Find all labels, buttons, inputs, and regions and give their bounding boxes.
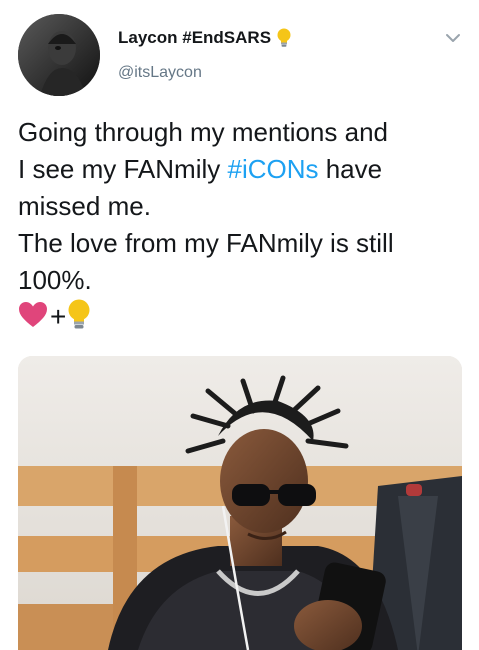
heart-icon [18,301,48,334]
tweet-text: Going through my mentions and I see my F… [18,114,458,299]
tweet-text-line: I see my FANmily #iCONs have [18,151,458,188]
lightbulb-icon [68,299,90,336]
tweet-text-segment: have [318,154,383,184]
lightbulb-icon [277,28,291,48]
tweet-text-line: Going through my mentions and [18,117,388,147]
hashtag-link[interactable]: #iCONs [227,154,318,184]
tweet-text-line: missed me. [18,191,151,221]
author-name[interactable]: Laycon #EndSARS [118,28,271,48]
tweet-text-line: The love from my FANmily is still [18,228,394,258]
avatar[interactable] [18,14,100,96]
emoji-line: + [18,299,90,336]
author-handle[interactable]: @itsLaycon [118,64,202,82]
plus-sign: + [50,301,67,332]
tweet-media-image[interactable] [18,356,462,650]
tweet-text-segment: I see my FANmily [18,154,228,184]
tweet-text-line: 100%. [18,265,92,295]
chevron-down-icon[interactable] [443,28,463,48]
author-name-row[interactable]: Laycon #EndSARS [118,28,291,48]
tweet-header: Laycon #EndSARS @itsLaycon [0,0,479,100]
